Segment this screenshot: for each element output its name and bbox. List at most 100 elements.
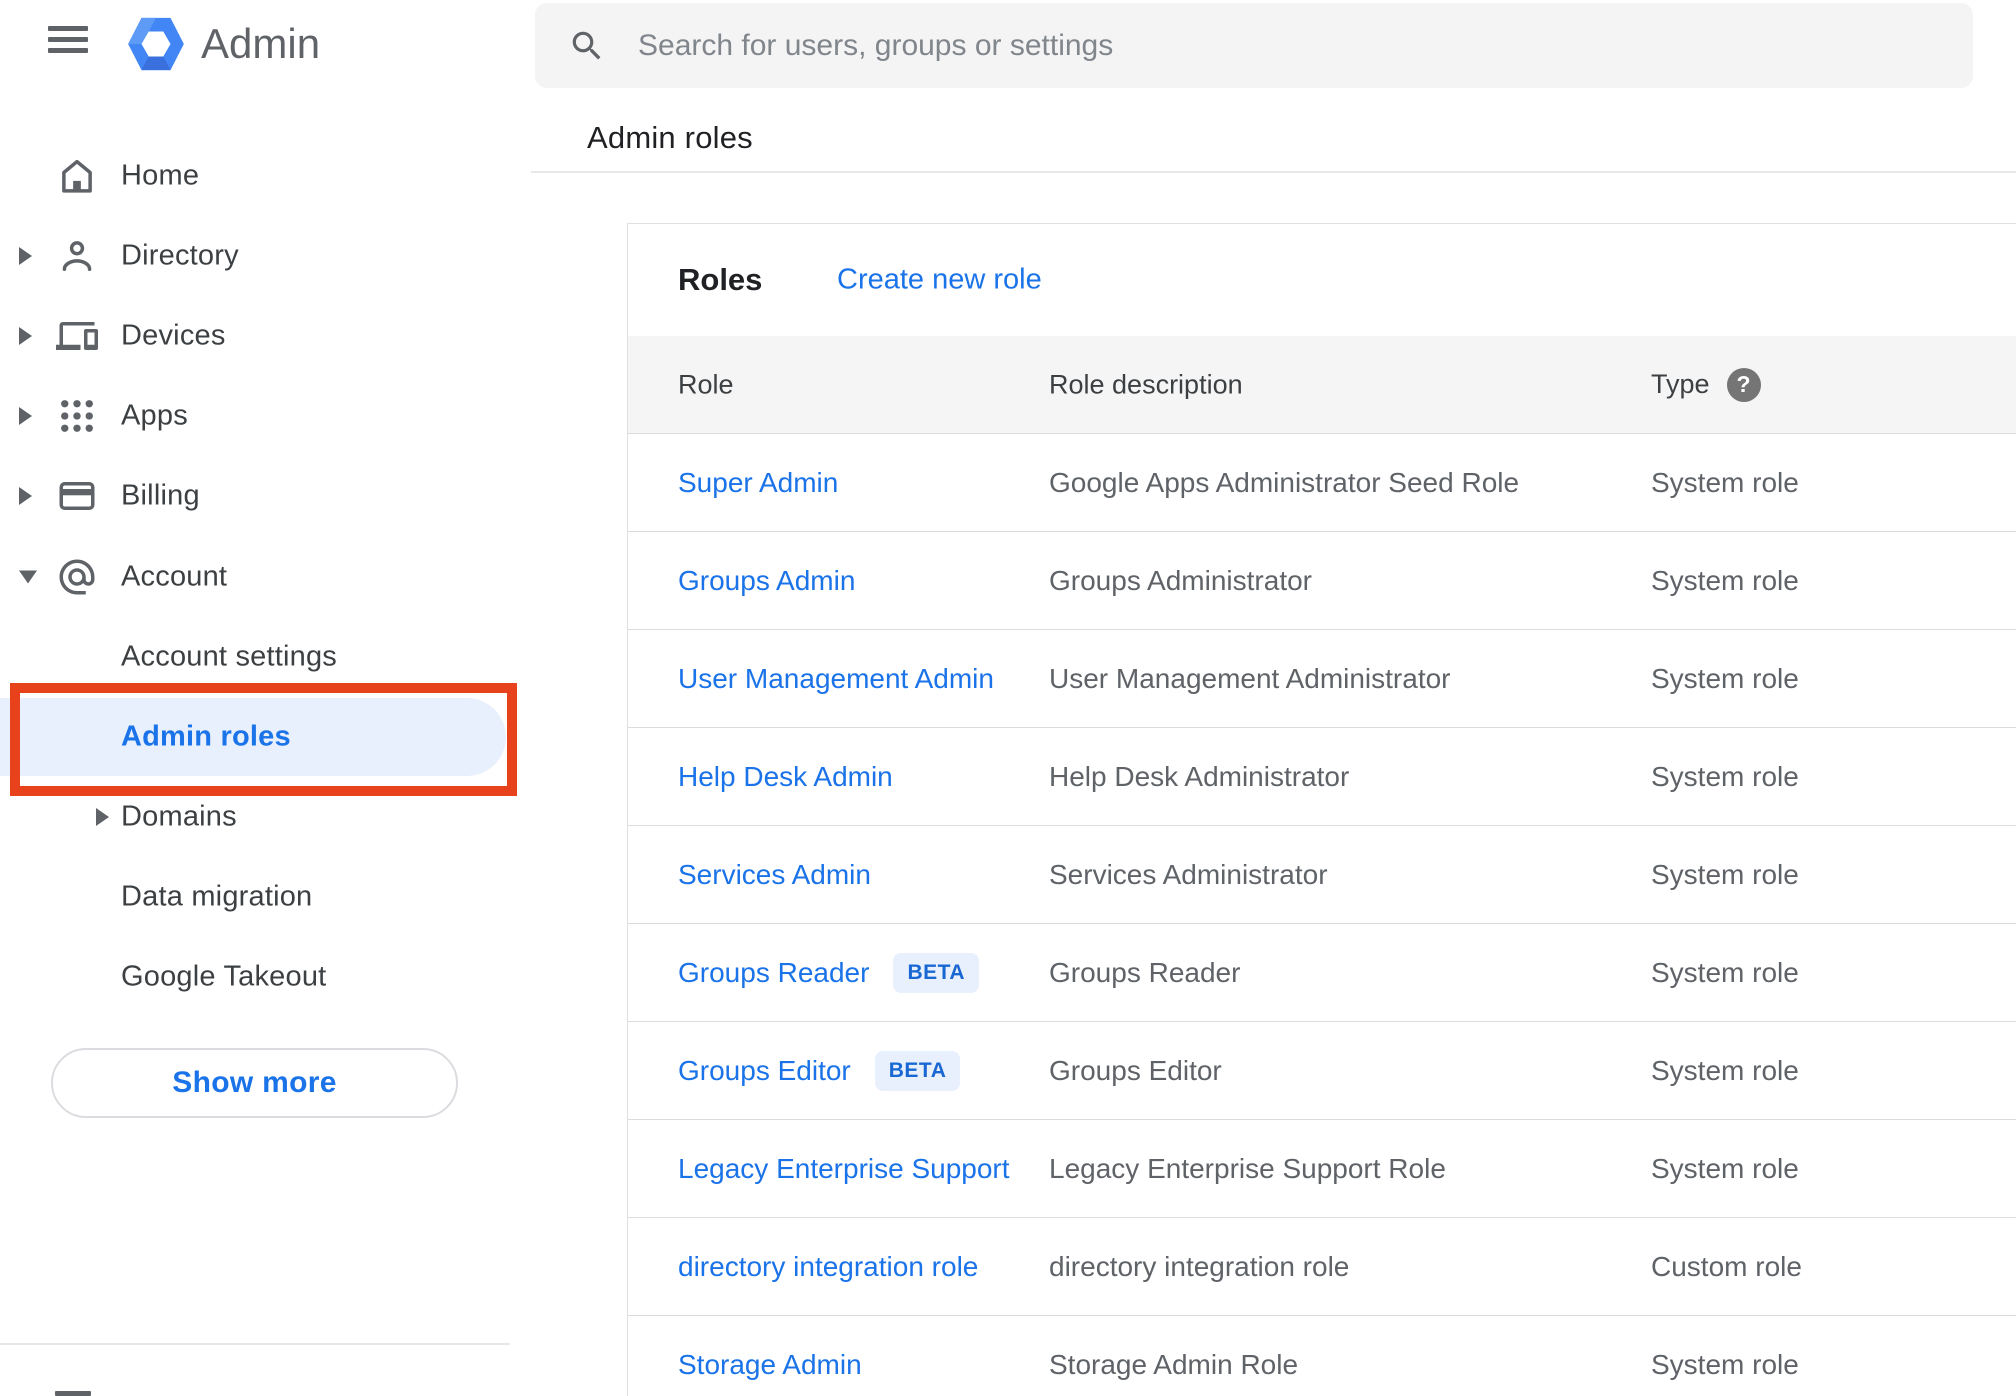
apps-icon bbox=[56, 395, 98, 437]
beta-badge: BETA bbox=[874, 1050, 961, 1091]
sidebar-item-google-takeout[interactable]: Google Takeout bbox=[0, 937, 531, 1017]
page-title: Roles bbox=[678, 262, 763, 297]
table-row: Super Admin Google Apps Administrator Se… bbox=[628, 434, 2016, 532]
role-description: Groups Administrator bbox=[1049, 564, 1312, 596]
role-link[interactable]: User Management Admin bbox=[678, 663, 994, 695]
expand-arrow-icon[interactable] bbox=[19, 407, 32, 425]
sidebar-item-label: Account bbox=[121, 560, 228, 593]
expand-arrow-icon[interactable] bbox=[19, 247, 32, 265]
role-link[interactable]: Groups Reader bbox=[678, 957, 869, 989]
role-type: System role bbox=[1651, 858, 1799, 890]
sidebar-item-label: Directory bbox=[121, 239, 239, 272]
show-more-button[interactable]: Show more bbox=[51, 1048, 458, 1118]
roles-card-header: Roles Create new role bbox=[628, 224, 2016, 336]
sidebar-item-devices[interactable]: Devices bbox=[0, 296, 531, 376]
column-header-type: Type ? bbox=[1651, 367, 1761, 402]
table-row: Groups Reader BETA Groups Reader System … bbox=[628, 924, 2016, 1022]
table-row: directory integration role directory int… bbox=[628, 1218, 2016, 1316]
role-cell: Super Admin bbox=[678, 467, 838, 499]
home-icon bbox=[56, 155, 98, 197]
header-divider bbox=[531, 171, 2016, 173]
search-icon bbox=[572, 31, 601, 59]
role-description: Services Administrator bbox=[1049, 858, 1328, 890]
role-type: System role bbox=[1651, 1054, 1799, 1086]
role-type: System role bbox=[1651, 956, 1799, 988]
sidebar-item-label: Devices bbox=[121, 319, 226, 352]
sidebar-item-label: Billing bbox=[121, 479, 200, 512]
role-link[interactable]: Services Admin bbox=[678, 859, 871, 891]
sidebar-item-account[interactable]: Account bbox=[0, 537, 531, 617]
search-bar[interactable] bbox=[535, 3, 1973, 88]
table-row: Help Desk Admin Help Desk Administrator … bbox=[628, 728, 2016, 826]
sidebar-item-label: Account settings bbox=[121, 640, 337, 673]
column-header-role-description: Role description bbox=[1049, 369, 1243, 399]
role-description: User Management Administrator bbox=[1049, 662, 1451, 694]
help-icon[interactable]: ? bbox=[1726, 367, 1761, 402]
menu-icon[interactable] bbox=[48, 26, 88, 56]
role-link[interactable]: Groups Editor bbox=[678, 1055, 851, 1087]
sidebar-item-apps[interactable]: Apps bbox=[0, 376, 531, 456]
role-description: Help Desk Administrator bbox=[1049, 760, 1350, 792]
role-cell: directory integration role bbox=[678, 1251, 978, 1283]
role-type: System role bbox=[1651, 760, 1799, 792]
sidebar-item-home[interactable]: Home bbox=[0, 136, 531, 216]
column-header-type-label: Type bbox=[1651, 369, 1710, 399]
account-icon bbox=[56, 556, 98, 598]
sidebar-item-label: Admin roles bbox=[121, 720, 291, 753]
table-row: Storage Admin Storage Admin Role System … bbox=[628, 1316, 2016, 1396]
sidebar-item-data-migration[interactable]: Data migration bbox=[0, 857, 531, 937]
sidebar-item-billing[interactable]: Billing bbox=[0, 456, 531, 536]
role-link[interactable]: Super Admin bbox=[678, 467, 838, 499]
expand-arrow-icon[interactable] bbox=[19, 570, 37, 584]
role-type: System role bbox=[1651, 1348, 1799, 1380]
sidebar-item-account-settings[interactable]: Account settings bbox=[0, 617, 531, 697]
role-cell: Help Desk Admin bbox=[678, 761, 893, 793]
role-description: Groups Editor bbox=[1049, 1054, 1222, 1086]
sidebar-item-label: Domains bbox=[121, 800, 237, 833]
sidebar-item-directory[interactable]: Directory bbox=[0, 216, 531, 296]
expand-arrow-icon[interactable] bbox=[19, 327, 32, 345]
role-type: System role bbox=[1651, 662, 1799, 694]
beta-badge: BETA bbox=[893, 952, 980, 993]
expand-arrow-icon[interactable] bbox=[96, 808, 109, 826]
admin-logo-icon bbox=[127, 15, 185, 73]
role-link[interactable]: Groups Admin bbox=[678, 565, 855, 597]
role-type: System role bbox=[1651, 564, 1799, 596]
directory-icon bbox=[56, 235, 98, 277]
create-new-role-link[interactable]: Create new role bbox=[837, 264, 1042, 297]
role-description: Groups Reader bbox=[1049, 956, 1241, 988]
role-cell: Services Admin bbox=[678, 859, 871, 891]
role-cell: Legacy Enterprise Support bbox=[678, 1153, 1010, 1185]
sidebar-item-domains[interactable]: Domains bbox=[0, 777, 531, 857]
table-row: Groups Editor BETA Groups Editor System … bbox=[628, 1022, 2016, 1120]
sidebar-divider bbox=[0, 1343, 510, 1345]
menu-bar bbox=[48, 37, 88, 42]
role-type: System role bbox=[1651, 1152, 1799, 1184]
table-row: Groups Admin Groups Administrator System… bbox=[628, 532, 2016, 630]
billing-icon bbox=[56, 475, 98, 517]
table-row: Services Admin Services Administrator Sy… bbox=[628, 826, 2016, 924]
table-header: Role Role description Type ? bbox=[628, 336, 2016, 434]
role-cell: Groups Editor BETA bbox=[678, 1050, 961, 1091]
role-link[interactable]: Legacy Enterprise Support bbox=[678, 1153, 1010, 1185]
roles-table-body: Super Admin Google Apps Administrator Se… bbox=[628, 434, 2016, 1396]
devices-icon bbox=[56, 315, 98, 357]
role-link[interactable]: Storage Admin bbox=[678, 1349, 862, 1381]
search-input[interactable] bbox=[638, 28, 1918, 63]
breadcrumb: Admin roles bbox=[587, 120, 753, 155]
role-link[interactable]: directory integration role bbox=[678, 1251, 978, 1283]
sidebar-item-label: Google Takeout bbox=[121, 960, 327, 993]
clipped-icon bbox=[55, 1391, 91, 1396]
table-row: Legacy Enterprise Support Legacy Enterpr… bbox=[628, 1120, 2016, 1218]
role-cell: User Management Admin bbox=[678, 663, 994, 695]
app-title: Admin bbox=[201, 20, 321, 67]
sidebar-item-admin-roles[interactable]: Admin roles bbox=[0, 697, 531, 777]
sidebar: Admin Home Directory Devices Apps Billin… bbox=[0, 0, 531, 1396]
menu-bar bbox=[48, 26, 88, 31]
roles-card: Roles Create new role Role Role descript… bbox=[627, 223, 2016, 1396]
role-description: Storage Admin Role bbox=[1049, 1348, 1299, 1380]
sidebar-item-label: Apps bbox=[121, 399, 188, 432]
role-link[interactable]: Help Desk Admin bbox=[678, 761, 893, 793]
role-cell: Groups Reader BETA bbox=[678, 952, 980, 993]
expand-arrow-icon[interactable] bbox=[19, 487, 32, 505]
